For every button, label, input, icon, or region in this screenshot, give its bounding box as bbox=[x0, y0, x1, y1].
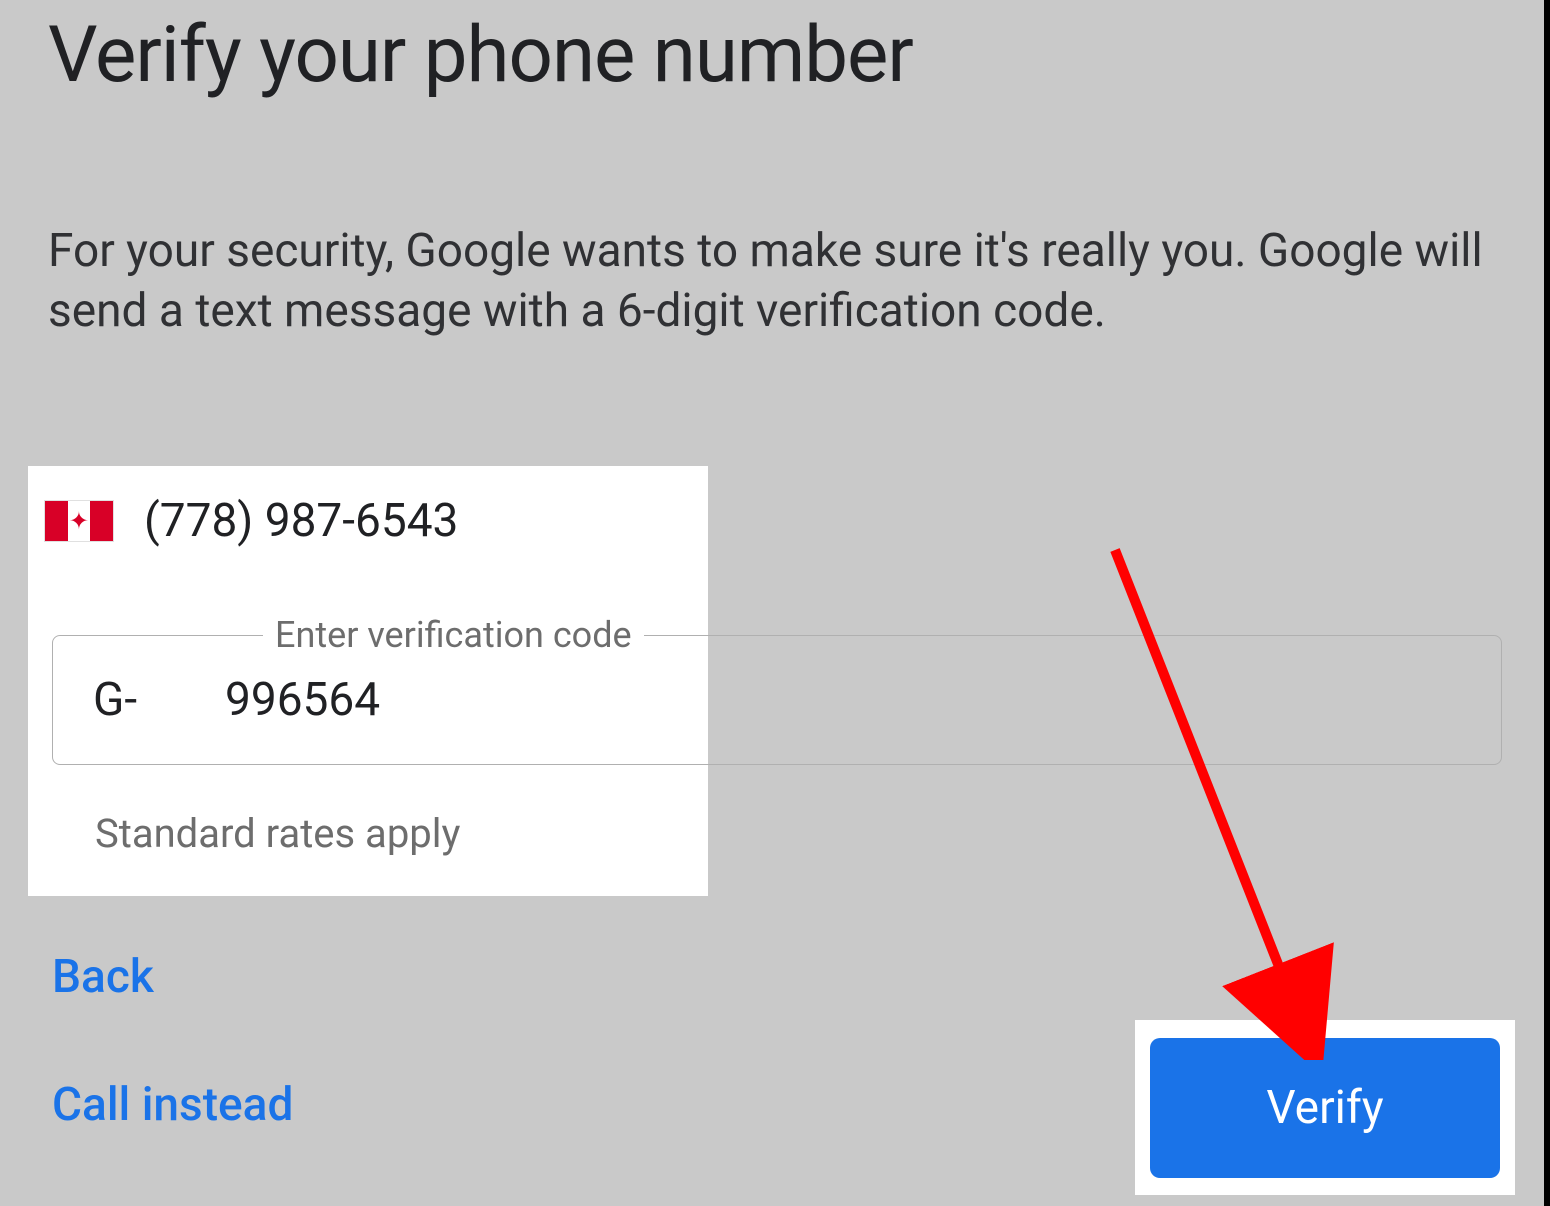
verification-code-input[interactable] bbox=[223, 672, 1427, 728]
phone-number-text: (778) 987-6543 bbox=[144, 494, 458, 548]
verification-code-prefix: G- bbox=[93, 673, 137, 727]
description-text: For your security, Google wants to make … bbox=[48, 222, 1488, 342]
phone-row: ✦ (778) 987-6543 bbox=[44, 494, 458, 548]
verification-code-field[interactable]: Enter verification code G- bbox=[52, 635, 1502, 765]
standard-rates-text: Standard rates apply bbox=[95, 810, 460, 857]
verification-code-label: Enter verification code bbox=[263, 614, 644, 656]
verify-button[interactable]: Verify bbox=[1150, 1038, 1500, 1178]
page-title: Verify your phone number bbox=[48, 10, 913, 101]
annotation-arrow-icon bbox=[1095, 540, 1395, 1060]
canada-flag-icon[interactable]: ✦ bbox=[44, 500, 114, 542]
verify-button-highlight: Verify bbox=[1135, 1020, 1515, 1195]
call-instead-link[interactable]: Call instead bbox=[52, 1078, 293, 1132]
back-link[interactable]: Back bbox=[52, 950, 154, 1004]
